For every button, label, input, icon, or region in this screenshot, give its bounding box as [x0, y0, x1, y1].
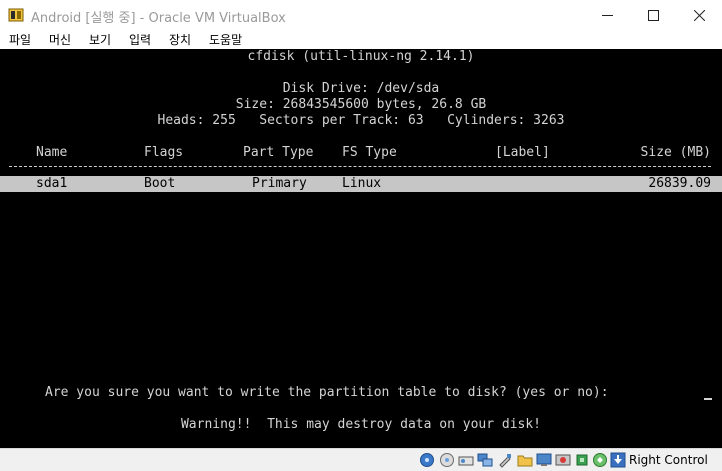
- menu-devices[interactable]: 장치: [169, 31, 191, 48]
- column-fs-type: FS Type: [342, 145, 397, 160]
- column-part-type: Part Type: [243, 145, 314, 160]
- minimize-button[interactable]: [584, 0, 630, 30]
- write-confirm-prompt: Are you sure you want to write the parti…: [45, 385, 609, 400]
- vm-screen[interactable]: cfdisk (util-linux-ng 2.14.1) Disk Drive…: [0, 49, 722, 448]
- virtualbox-icon: [8, 8, 24, 22]
- window-title: Android [실행 중] - Oracle VM VirtualBox: [31, 11, 286, 26]
- text-cursor: [704, 398, 712, 400]
- partition-type: Primary: [252, 176, 307, 191]
- optical-drive-icon[interactable]: [439, 452, 455, 468]
- header-divider: [9, 166, 711, 167]
- display-icon[interactable]: [536, 452, 552, 468]
- host-key-arrow-icon: [610, 452, 626, 468]
- column-flags: Flags: [144, 145, 184, 160]
- partition-row-selected[interactable]: sda1 Boot Primary Linux 26839.09: [0, 176, 722, 192]
- column-size: Size (MB): [640, 145, 711, 160]
- menu-bar: 파일 머신 보기 입력 장치 도움말: [0, 30, 722, 49]
- partition-fs-type: Linux: [342, 176, 382, 191]
- warning-message: Warning!! This may destroy data on your …: [180, 417, 542, 432]
- hard-disk-icon[interactable]: [419, 452, 435, 468]
- menu-file[interactable]: 파일: [9, 31, 31, 48]
- menu-machine[interactable]: 머신: [49, 31, 71, 48]
- maximize-button[interactable]: [630, 0, 676, 30]
- title-bar: Android [실행 중] - Oracle VM VirtualBox: [0, 0, 722, 30]
- shared-folder-icon[interactable]: [517, 452, 533, 468]
- partition-flags: Boot: [144, 176, 176, 191]
- disk-geometry-line: Heads: 255 Sectors per Track: 63 Cylinde…: [157, 113, 565, 128]
- audio-icon[interactable]: [458, 452, 474, 468]
- close-icon: [693, 9, 705, 21]
- status-bar: Right Control: [0, 448, 722, 471]
- minimize-icon: [601, 14, 613, 16]
- cfdisk-header: cfdisk (util-linux-ng 2.14.1): [247, 49, 475, 64]
- menu-help[interactable]: 도움말: [209, 31, 242, 48]
- menu-view[interactable]: 보기: [89, 31, 111, 48]
- menu-input[interactable]: 입력: [129, 31, 151, 48]
- column-label: [Label]: [495, 145, 550, 160]
- mouse-integration-icon[interactable]: [592, 452, 608, 468]
- video-capture-icon[interactable]: [555, 452, 571, 468]
- host-key-label: Right Control: [629, 453, 708, 467]
- usb-icon[interactable]: [497, 452, 513, 468]
- column-name: Name: [36, 145, 68, 160]
- disk-size-line: Size: 26843545600 bytes, 26.8 GB: [235, 97, 487, 112]
- network-icon[interactable]: [477, 452, 493, 468]
- partition-name: sda1: [36, 176, 68, 191]
- cpu-icon[interactable]: [574, 452, 590, 468]
- close-button[interactable]: [676, 0, 722, 30]
- disk-drive-line: Disk Drive: /dev/sda: [282, 81, 440, 96]
- maximize-icon: [647, 9, 659, 21]
- partition-size: 26839.09: [648, 176, 711, 191]
